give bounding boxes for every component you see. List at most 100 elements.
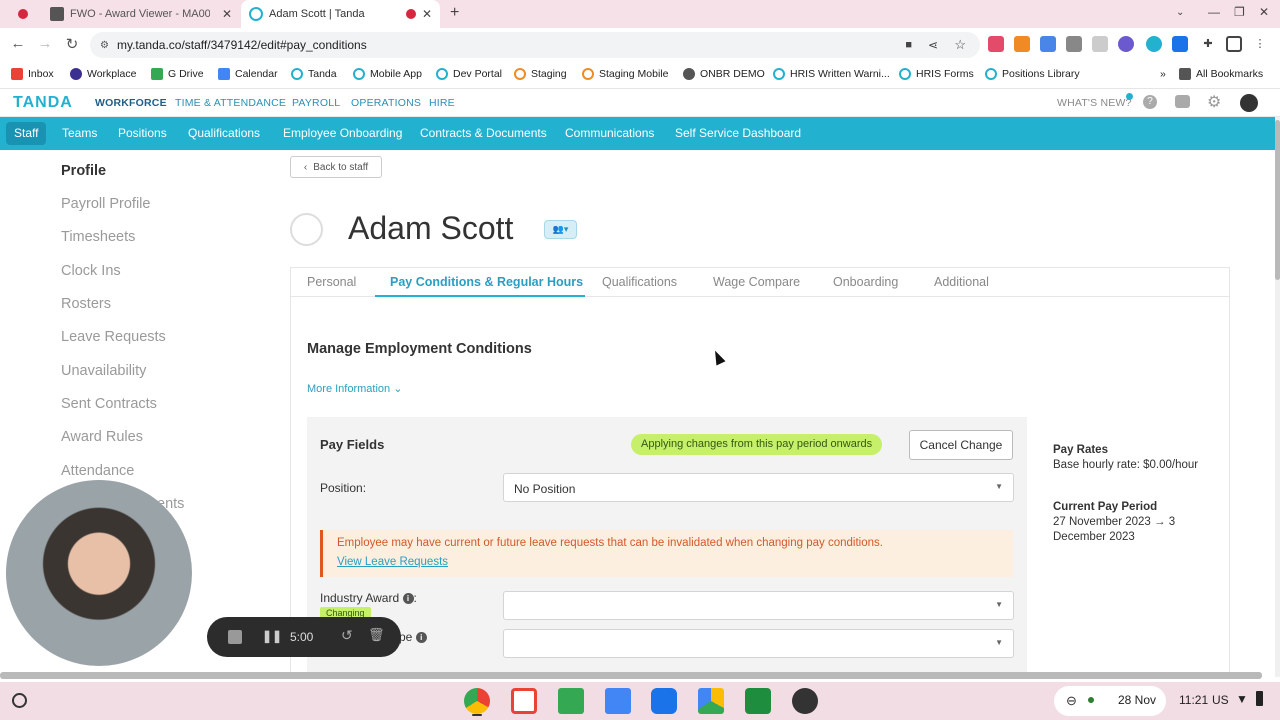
info-icon[interactable]: i [402,593,414,604]
subnav-self-service-dashboard[interactable]: Self Service Dashboard [675,126,801,140]
taskbar-time[interactable]: 11:21 [1179,693,1208,707]
position-select[interactable]: No Position ▼ [503,473,1014,502]
camera-icon[interactable]: ■ [905,39,912,51]
bookmark-gdrive[interactable]: G Drive [151,68,204,80]
tab-pay-conditions[interactable]: Pay Conditions & Regular Hours [390,275,583,289]
whats-new-link[interactable]: WHAT'S NEW? [1057,97,1132,109]
horizontal-scrollbar[interactable] [0,672,1262,679]
bookmark-tanda[interactable]: Tanda [291,68,337,80]
close-window-icon[interactable]: ✕ [1259,5,1269,19]
chrome-icon[interactable] [464,688,490,714]
industry-award-select[interactable]: ▼ [503,591,1014,620]
settings-gear-icon[interactable]: ⚙ [1207,92,1221,112]
tab-qualifications[interactable]: Qualifications [602,275,677,289]
all-bookmarks-folder[interactable]: All Bookmarks [1179,68,1263,80]
subnav-contracts-documents[interactable]: Contracts & Documents [420,126,547,140]
chat-icon[interactable] [1175,95,1190,108]
user-avatar-icon[interactable] [1240,94,1258,112]
cancel-change-button[interactable]: Cancel Change [909,430,1013,460]
nav-workforce[interactable]: WORKFORCE [95,97,167,109]
new-tab-button[interactable]: + [450,4,459,22]
sidebar-item-leave-requests[interactable]: Leave Requests [61,329,166,345]
tab-wage-compare[interactable]: Wage Compare [713,275,800,289]
browser-tab-tanda[interactable]: Adam Scott | Tanda ✕ [241,0,440,28]
extension-3-icon[interactable] [1040,36,1056,52]
employment-type-select[interactable]: ▼ [503,629,1014,658]
taskbar-date[interactable]: 28 Nov [1118,693,1156,707]
pause-icon[interactable]: ❚❚ [262,629,282,643]
sidebar-item-unavailability[interactable]: Unavailability [61,363,146,379]
extension-4-icon[interactable] [1066,36,1082,52]
launcher-icon[interactable] [12,693,27,708]
address-bar[interactable]: ⚙ my.tanda.co/staff/3479142/edit#pay_con… [90,32,980,58]
sidebar-item-sent-contracts[interactable]: Sent Contracts [61,396,157,412]
profile-avatar[interactable] [290,213,323,246]
extension-5-icon[interactable] [1092,36,1108,52]
back-arrow-icon[interactable]: ← [5,35,31,52]
extensions-puzzle-icon[interactable]: ✚ [1200,36,1216,52]
site-info-icon[interactable]: ⚙ [100,40,109,51]
bookmarks-overflow-button[interactable]: » [1160,68,1166,80]
bookmark-hris-warning[interactable]: HRIS Written Warni... [773,68,890,80]
nav-payroll[interactable]: PAYROLL [292,97,340,109]
restart-icon[interactable]: ↺ [341,627,353,644]
bookmark-inbox[interactable]: Inbox [11,68,54,80]
sidebar-item-attendance[interactable]: Attendance [61,463,134,479]
bookmark-staging[interactable]: Staging [514,68,567,80]
subnav-employee-onboarding[interactable]: Employee Onboarding [283,126,402,140]
files-icon[interactable] [651,688,677,714]
tab-search-icon[interactable]: ⌄ [1176,7,1184,18]
tab-onboarding[interactable]: Onboarding [833,275,898,289]
close-tab-icon[interactable]: ✕ [222,7,232,21]
bookmark-workplace[interactable]: Workplace [70,68,136,80]
subnav-staff[interactable]: Staff [6,122,47,145]
docs-icon[interactable] [605,688,631,714]
trash-icon[interactable]: 🗑 [368,627,385,643]
drive-icon[interactable] [698,688,724,714]
nav-hire[interactable]: HIRE [429,97,455,109]
sheets-icon[interactable] [558,688,584,714]
sidebar-item-payroll-profile[interactable]: Payroll Profile [61,196,150,212]
reload-icon[interactable]: ↻ [59,35,85,53]
bookmark-positions-library[interactable]: Positions Library [985,68,1080,80]
bookmark-onbr-demo[interactable]: ONBR DEMO [683,68,765,80]
sidebar-item-timesheets[interactable]: Timesheets [61,229,135,245]
more-information-toggle[interactable]: More Information ⌄ [307,382,402,395]
browser-menu-icon[interactable]: ⋮ [1252,36,1268,52]
bookmark-staging-mobile[interactable]: Staging Mobile [582,68,668,80]
taskbar-locale[interactable]: US [1212,693,1229,707]
minimize-icon[interactable]: — [1208,5,1220,19]
forward-arrow-icon[interactable]: → [32,35,58,52]
bookmark-hris-forms[interactable]: HRIS Forms [899,68,974,80]
extension-6-icon[interactable] [1118,36,1134,52]
spreadsheet-app-icon[interactable] [745,688,771,714]
nav-time-attendance[interactable]: TIME & ATTENDANCE [175,97,286,109]
extension-7-icon[interactable] [1146,36,1162,52]
extension-2-icon[interactable] [1014,36,1030,52]
back-to-staff-button[interactable]: ‹ Back to staff [290,156,382,178]
stop-recording-icon[interactable] [228,630,242,644]
sidebar-item-award-rules[interactable]: Award Rules [61,429,143,445]
tab-additional[interactable]: Additional [934,275,989,289]
info-icon[interactable]: i [415,632,427,643]
subnav-communications[interactable]: Communications [565,126,654,140]
subnav-positions[interactable]: Positions [118,126,167,140]
help-icon[interactable]: ? [1143,95,1157,109]
do-not-disturb-icon[interactable]: ⊖ [1066,693,1077,709]
vertical-scroll-thumb[interactable] [1275,120,1280,280]
tanda-logo[interactable]: TANDA [13,94,73,112]
tab-personal[interactable]: Personal [307,275,356,289]
subnav-teams[interactable]: Teams [62,126,97,140]
bookmark-star-icon[interactable]: ☆ [954,37,966,53]
side-panel-icon[interactable] [1226,36,1242,52]
gmail-icon[interactable] [511,688,537,714]
bookmark-dev-portal[interactable]: Dev Portal [436,68,502,80]
user-role-dropdown[interactable]: 👥▾ [544,220,577,239]
nav-operations[interactable]: OPERATIONS [351,97,421,109]
sidebar-item-rosters[interactable]: Rosters [61,296,111,312]
sidebar-item-clock-ins[interactable]: Clock Ins [61,263,121,279]
bookmark-mobile-app[interactable]: Mobile App [353,68,422,80]
screencast-icon[interactable] [792,688,818,714]
sidebar-item-profile[interactable]: Profile [61,163,106,179]
subnav-qualifications[interactable]: Qualifications [188,126,260,140]
